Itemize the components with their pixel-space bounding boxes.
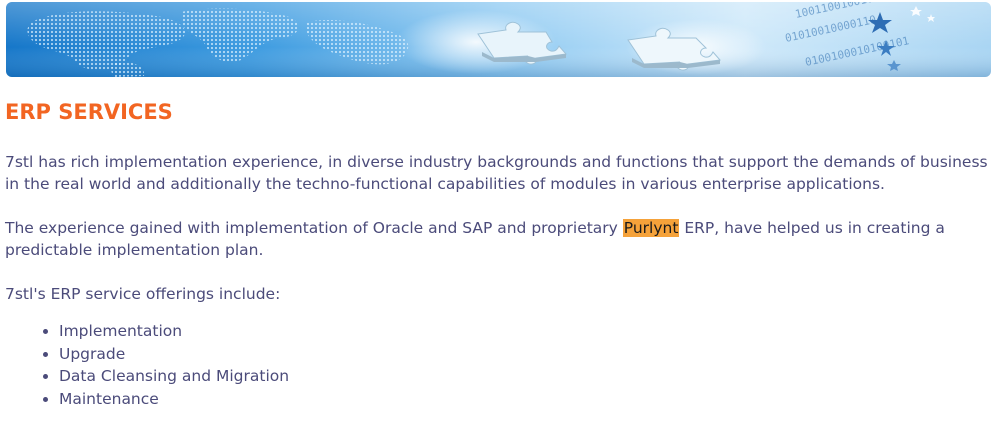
experience-paragraph: The experience gained with implementatio… [5, 217, 990, 261]
list-item: Upgrade [59, 343, 990, 366]
header-banner: 1001100100101 01010010000110 01001000101… [6, 2, 991, 77]
list-item: Maintenance [59, 388, 990, 411]
banner-graphic: 1001100100101 01010010000110 01001000101… [6, 2, 991, 77]
highlighted-term: Purlynt [622, 219, 680, 237]
experience-text-before: The experience gained with implementatio… [5, 219, 623, 237]
page-title: ERP SERVICES [5, 100, 173, 124]
offerings-intro: 7stl's ERP service offerings include: [5, 285, 281, 303]
list-item: Implementation [59, 320, 990, 343]
intro-paragraph: 7stl has rich implementation experience,… [5, 153, 988, 193]
offerings-list: Implementation Upgrade Data Cleansing an… [5, 320, 990, 410]
list-item: Data Cleansing and Migration [59, 365, 990, 388]
main-content: ERP SERVICES 7stl has rich implementatio… [5, 98, 990, 410]
